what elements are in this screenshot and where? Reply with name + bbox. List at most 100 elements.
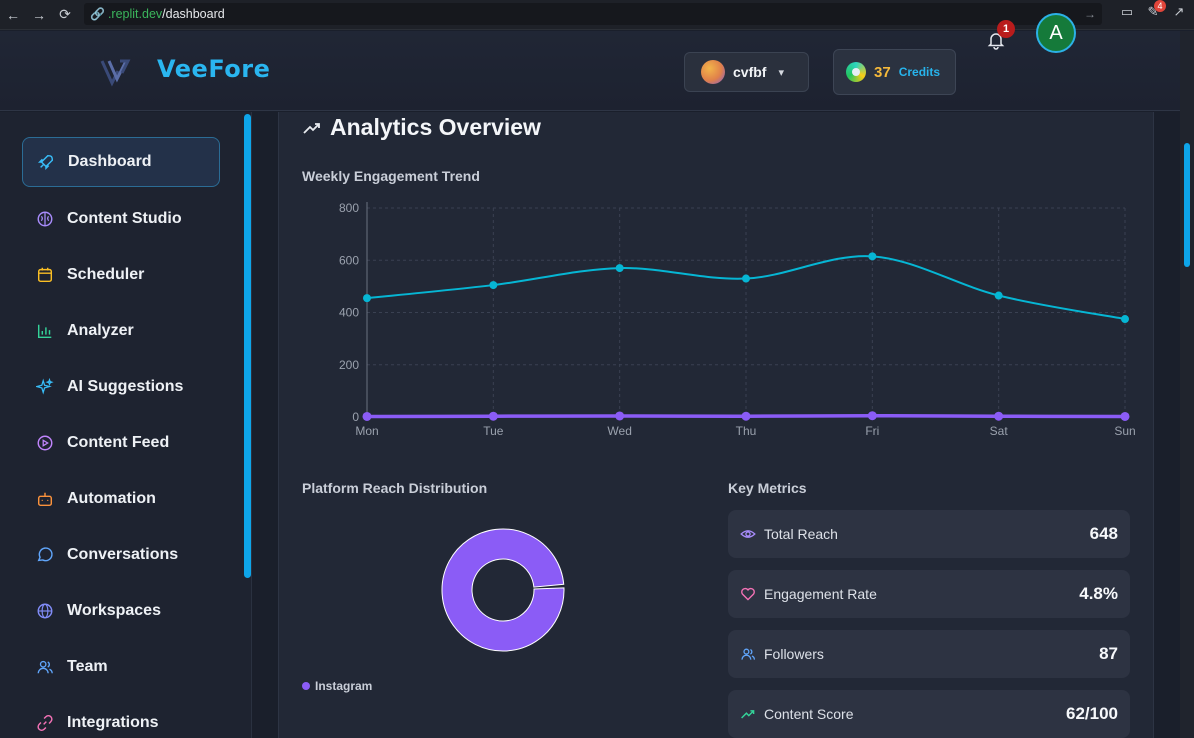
notification-badge: 1: [997, 20, 1015, 38]
message-circle-icon: [35, 545, 55, 565]
data-point: [615, 264, 624, 273]
sidebar-item-label: Workspaces: [67, 602, 161, 619]
metric-total-reach: Total Reach 648: [728, 510, 1130, 558]
extension-badge: 4: [1154, 0, 1166, 12]
sidebar-item-label: Team: [67, 658, 108, 675]
sidebar-item-label: Integrations: [67, 714, 159, 731]
metric-value: 648: [1089, 524, 1118, 543]
sidebar-item-team[interactable]: Team: [22, 642, 220, 692]
sidebar-item-label: Automation: [67, 490, 156, 507]
metric-label: Content Score: [764, 706, 854, 722]
data-point: [994, 411, 1004, 421]
sidebar-item-workspaces[interactable]: Workspaces: [22, 586, 220, 636]
wrench-icon[interactable]: ✎ 4: [1144, 0, 1166, 22]
user-avatar[interactable]: A: [1036, 13, 1076, 53]
trend-chart-title: Weekly Engagement Trend: [302, 168, 480, 184]
sidebar-item-scheduler[interactable]: Scheduler: [22, 250, 220, 300]
open-external-icon[interactable]: ↗: [1170, 4, 1188, 22]
data-point: [867, 411, 877, 421]
section-header: Analytics Overview: [302, 114, 541, 141]
back-icon[interactable]: ←: [0, 7, 26, 23]
metric-value: 4.8%: [1079, 584, 1118, 603]
page-scrollbar[interactable]: [1180, 31, 1194, 738]
x-tick-label: Mon: [355, 424, 378, 438]
app-header: VeeFore cvfbf ▾ 37 Credits: [0, 31, 1194, 111]
sidebar-item-automation[interactable]: Automation: [22, 474, 220, 524]
sparkles-icon: [35, 377, 55, 397]
reload-icon[interactable]: ⟳: [52, 6, 78, 23]
metric-label: Total Reach: [764, 526, 838, 542]
x-tick-label: Sat: [990, 424, 1009, 438]
workspace-avatar: [701, 60, 725, 84]
sidebar-item-label: Conversations: [67, 546, 179, 563]
trending-up-icon: [303, 122, 320, 134]
data-point: [1120, 411, 1130, 421]
url-path: /dashboard: [162, 7, 225, 21]
sidebar-item-analyzer[interactable]: Analyzer: [22, 306, 220, 356]
sidebar-item-ai-suggestions[interactable]: AI Suggestions: [22, 362, 220, 412]
data-point: [362, 411, 372, 421]
sidebar-item-label: Content Studio: [67, 210, 182, 227]
users-icon: [740, 646, 756, 662]
credits-button[interactable]: 37 Credits: [833, 49, 956, 95]
eye-icon: [740, 526, 756, 542]
x-tick-label: Thu: [736, 424, 757, 438]
metric-label: Engagement Rate: [764, 586, 877, 602]
sidebar-item-content-studio[interactable]: Content Studio: [22, 194, 220, 244]
x-tick-label: Tue: [483, 424, 504, 438]
y-tick-label: 200: [339, 358, 359, 372]
legend-swatch: [302, 682, 310, 690]
page-scrollbar-thumb[interactable]: [1184, 143, 1190, 267]
address-bar[interactable]: 🔗 .replit.dev /dashboard →: [84, 3, 1102, 25]
data-point: [363, 294, 371, 303]
engagement-line-chart: 0 200 400 600 800 Mon Tue Wed Thu Fri Sat Sun: [339, 201, 1136, 438]
bar-chart-icon: [35, 321, 55, 341]
data-point: [742, 274, 750, 283]
chart-legend[interactable]: Instagram: [302, 679, 372, 693]
bot-icon: [35, 489, 55, 509]
sidebar-item-conversations[interactable]: Conversations: [22, 530, 220, 580]
pie-slice[interactable]: [441, 528, 565, 652]
go-arrow-icon[interactable]: →: [1084, 7, 1096, 21]
link-icon: 🔗: [90, 7, 105, 21]
reach-donut-chart: [441, 528, 565, 652]
x-tick-label: Fri: [865, 424, 879, 438]
data-point: [488, 411, 498, 421]
calendar-icon: [35, 265, 55, 285]
workspace-switcher[interactable]: cvfbf ▾: [684, 52, 809, 92]
metric-value: 87: [1099, 644, 1118, 663]
chevron-down-icon: ▾: [778, 66, 784, 79]
url-host: .replit.dev: [107, 7, 163, 21]
devices-icon[interactable]: ▭: [1118, 4, 1136, 22]
play-circle-icon: [35, 433, 55, 453]
sidebar-item-label: Scheduler: [67, 266, 145, 283]
sidebar-item-label: AI Suggestions: [67, 378, 184, 395]
reach-chart-title: Platform Reach Distribution: [302, 480, 488, 496]
credits-label: Credits: [898, 65, 941, 79]
sidebar-item-label: Analyzer: [67, 322, 134, 339]
y-tick-label: 0: [352, 410, 359, 424]
sidebar-item-label: Content Feed: [67, 434, 170, 451]
data-point: [489, 281, 498, 290]
forward-icon[interactable]: →: [26, 7, 52, 23]
workspace-name: cvfbf: [733, 64, 767, 80]
y-tick-label: 600: [339, 253, 359, 267]
sidebar-scrollbar[interactable]: [244, 114, 251, 578]
users-icon: [35, 657, 55, 677]
sidebar-item-dashboard[interactable]: Dashboard: [22, 137, 220, 187]
brand-name[interactable]: VeeFore: [157, 55, 270, 83]
trending-up-icon: [740, 706, 756, 722]
link-icon: [35, 713, 55, 733]
y-tick-label: 400: [339, 306, 359, 320]
x-tick-label: Wed: [607, 424, 631, 438]
data-point: [741, 411, 751, 421]
sidebar-item-content-feed[interactable]: Content Feed: [22, 418, 220, 468]
heart-icon: [740, 586, 756, 602]
page-title: Analytics Overview: [330, 114, 541, 140]
data-point: [994, 291, 1003, 300]
logo-icon: [100, 59, 131, 87]
y-tick-label: 800: [339, 201, 359, 215]
sidebar-item-integrations[interactable]: Integrations: [22, 698, 220, 738]
data-point: [615, 411, 625, 421]
browser-toolbar: ← → ⟳ 🔗 .replit.dev /dashboard → ▭ ✎ 4 ↗: [0, 0, 1194, 30]
